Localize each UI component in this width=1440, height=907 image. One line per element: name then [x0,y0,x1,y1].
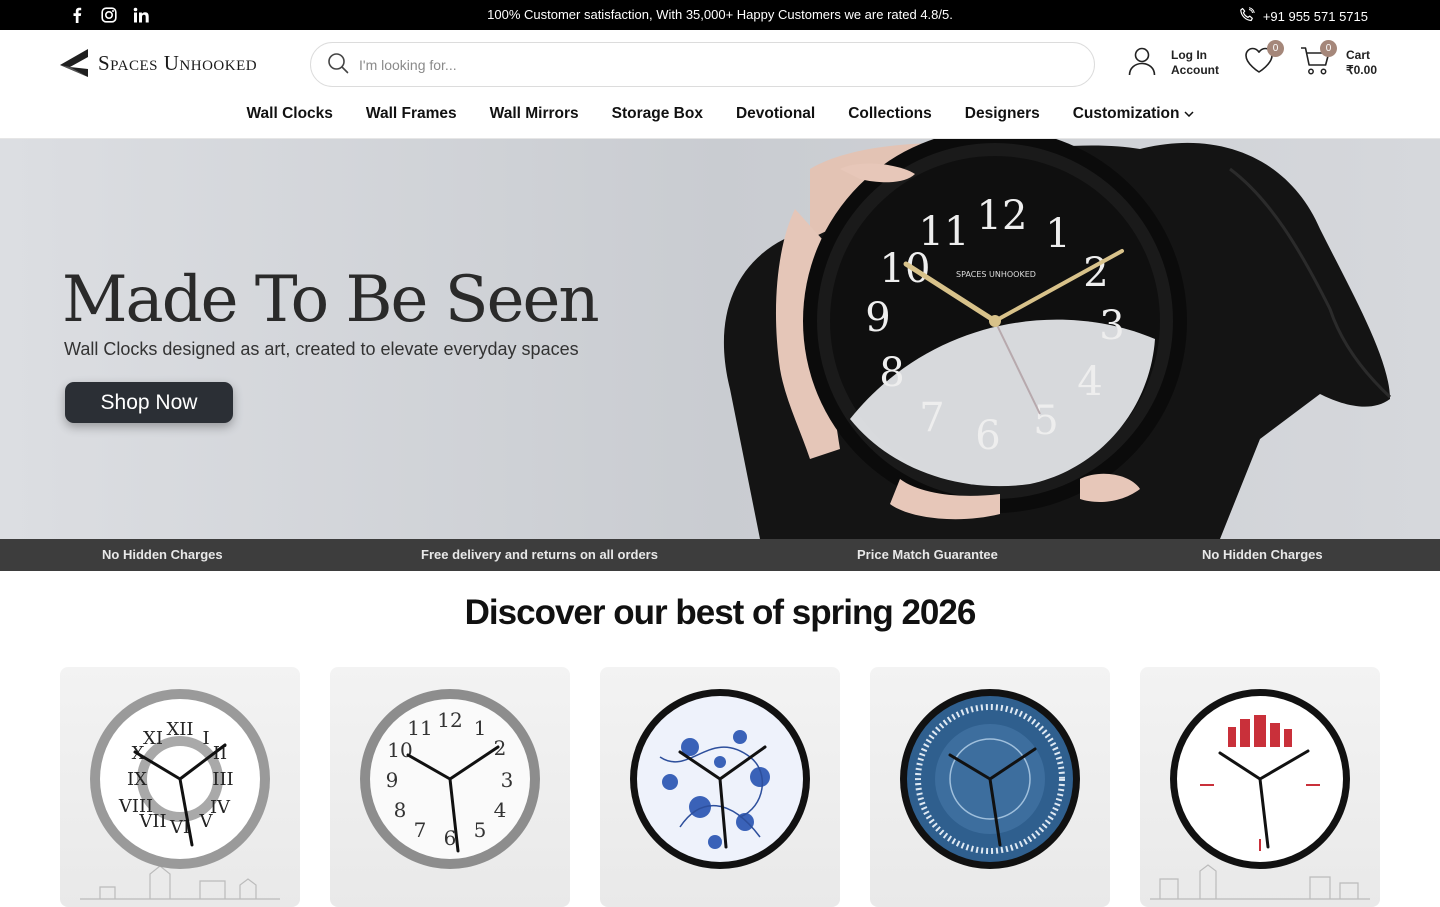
phone-link[interactable]: +91 955 571 5715 [1239,7,1368,26]
product-card[interactable] [1140,667,1380,907]
product-image [630,689,810,869]
nav-customization[interactable]: Customization [1073,105,1194,123]
svg-text:1: 1 [474,716,487,740]
main-nav: Wall Clocks Wall Frames Wall Mirrors Sto… [0,105,1440,123]
cart-count-badge: 0 [1320,40,1337,57]
logo-text: Spaces Unhooked [98,50,258,75]
svg-text:IX: IX [127,769,147,790]
nav-collections[interactable]: Collections [848,105,932,123]
svg-text:XII: XII [166,719,193,740]
phone-number: +91 955 571 5715 [1262,9,1368,24]
svg-text:8: 8 [394,798,407,822]
svg-text:III: III [212,769,233,790]
svg-text:VIII: VIII [118,796,153,817]
cart-summary: Cart ₹0.00 [1346,48,1377,78]
hero-subtitle: Wall Clocks designed as art, created to … [64,339,579,359]
cart-button[interactable]: 0 Cart ₹0.00 [1300,40,1377,80]
product-image: 12 123 4567 891011 [360,689,540,869]
benefit-item: No Hidden Charges [1202,547,1323,562]
logo[interactable]: Spaces Unhooked [60,49,257,77]
svg-text:4: 4 [1077,359,1102,405]
chevron-down-icon [1183,111,1194,117]
svg-text:6: 6 [975,413,1000,459]
svg-text:2: 2 [1083,250,1108,296]
product-grid: XIIIIIVIIX IIIIVV VIIVIIIXXI 12123 4567 … [60,667,1380,907]
svg-text:1: 1 [1045,211,1070,257]
nav-customization-label: Customization [1072,105,1180,122]
hero-image: 12 12 345 678 91011 SPACES UNHOOKED [723,139,1392,539]
svg-text:3: 3 [1099,303,1124,349]
search-input[interactable] [359,56,1039,73]
svg-text:12: 12 [437,708,462,732]
product-card[interactable] [600,667,840,907]
logo-mark-icon [60,49,88,77]
svg-text:3: 3 [501,768,514,792]
benefits-strip: No Hidden Charges Free delivery and retu… [0,539,1440,571]
hero-clock-brand: SPACES UNHOOKED [956,270,1036,279]
nav-wall-mirrors[interactable]: Wall Mirrors [490,105,579,123]
cart-icon: 0 [1300,40,1337,80]
svg-text:11: 11 [407,716,432,740]
product-card[interactable]: 12 1 2 3 4567 8 9 10 11 [330,667,570,907]
search-icon[interactable] [327,52,349,78]
phone-icon [1239,7,1255,26]
svg-text:XI: XI [143,728,163,749]
wishlist-button[interactable]: 0 [1244,40,1284,78]
svg-text:5: 5 [474,818,487,842]
cart-total: ₹0.00 [1346,63,1377,77]
benefit-item: Free delivery and returns on all orders [421,547,658,562]
product-image: XIIIIIVIIX IIIIVV VIIVIIIXXI [80,689,280,900]
product-card[interactable] [870,667,1110,907]
wishlist-count-badge: 0 [1267,40,1284,57]
account-label: Log In Account [1171,48,1219,78]
svg-text:7: 7 [919,395,944,441]
svg-text:11: 11 [919,209,970,255]
product-image [1150,689,1370,900]
cart-label: Cart [1346,48,1371,62]
svg-text:IV: IV [210,797,231,818]
hero-title: Made To Be Seen [62,263,600,337]
svg-text:7: 7 [414,818,427,842]
nav-designers[interactable]: Designers [965,105,1040,123]
svg-text:8: 8 [879,350,904,396]
nav-storage-box[interactable]: Storage Box [612,105,703,123]
shop-now-button[interactable]: Shop Now [65,382,233,423]
hero-banner[interactable]: 12 1 2 345 678 9 10 11 SPACES UNHOOKED Made … [0,139,1440,539]
product-card[interactable]: XIIIIIVIIX IIIIVV VIIVIIIXXI [60,667,300,907]
svg-text:10: 10 [387,738,412,762]
login-label: Log In [1171,48,1207,62]
svg-text:9: 9 [865,295,890,341]
announcement-bar: 100% Customer satisfaction, With 35,000+… [0,0,1440,30]
heart-icon [1244,47,1274,78]
account-sublabel: Account [1171,63,1219,77]
announcement-text: 100% Customer satisfaction, With 35,000+… [487,7,953,22]
nav-wall-clocks[interactable]: Wall Clocks [246,105,332,123]
nav-wall-frames[interactable]: Wall Frames [366,105,457,123]
account-link[interactable]: Log In Account [1127,46,1219,80]
svg-text:4: 4 [494,798,507,822]
section-title: Discover our best of spring 2026 [464,593,977,632]
svg-text:V: V [199,811,214,832]
svg-text:9: 9 [386,768,399,792]
site-header: Spaces Unhooked Log In Account 0 0 Cart … [0,30,1440,139]
svg-text:12: 12 [977,193,1028,239]
product-image [900,689,1080,869]
benefit-item: Price Match Guarantee [857,547,998,562]
benefit-item: No Hidden Charges [102,547,223,562]
search-bar[interactable] [310,42,1095,87]
svg-text:5: 5 [1033,398,1058,444]
svg-text:I: I [202,728,209,749]
user-icon [1127,46,1157,80]
nav-devotional[interactable]: Devotional [736,105,815,123]
